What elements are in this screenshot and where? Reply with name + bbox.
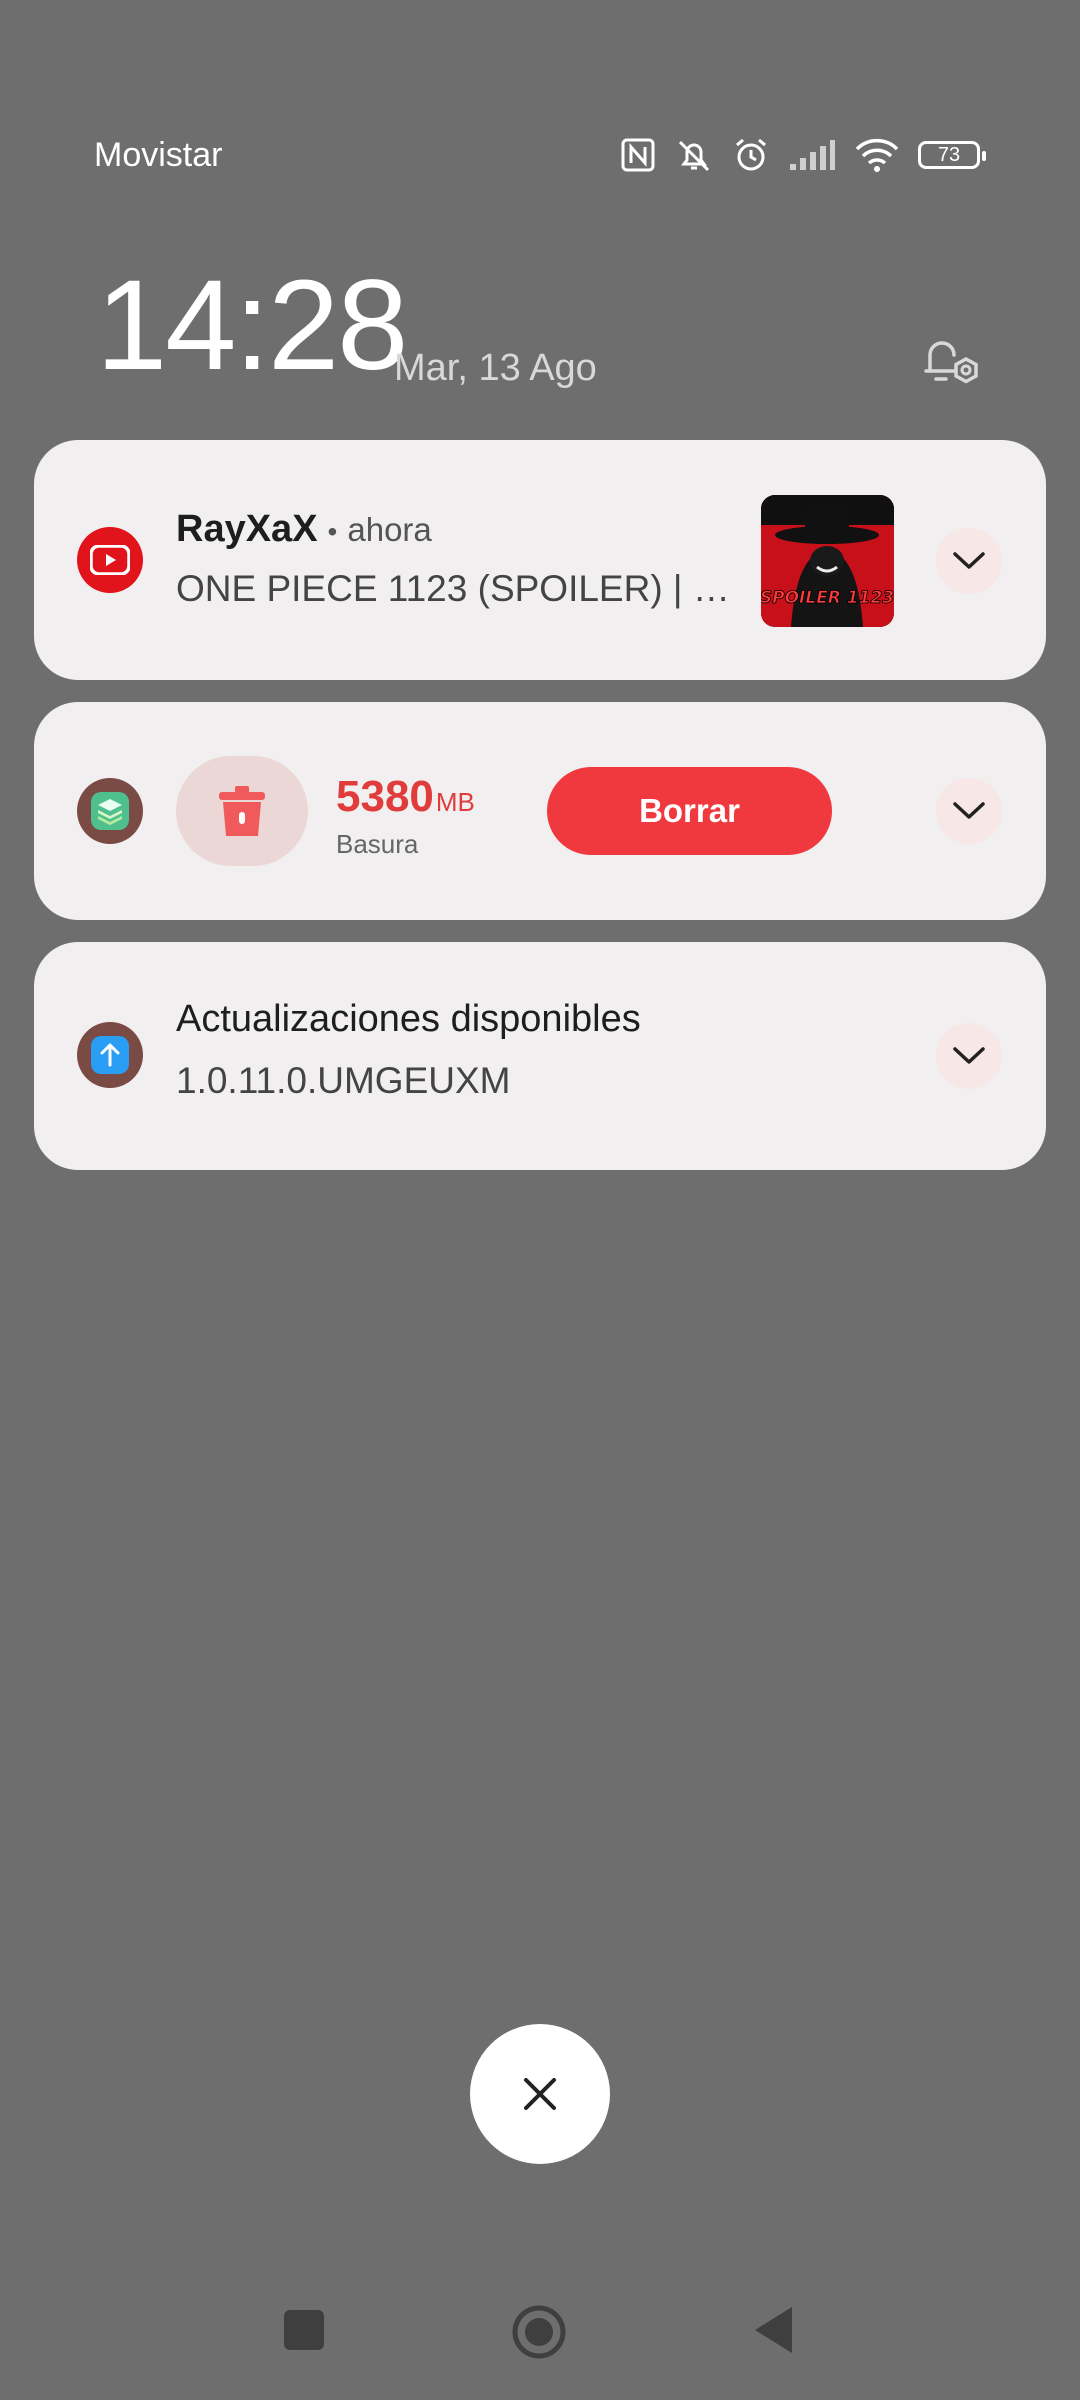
notification-updates[interactable]: Actualizaciones disponibles 1.0.11.0.UMG… xyxy=(34,942,1046,1170)
battery-level: 73 xyxy=(937,143,961,166)
home-icon xyxy=(512,2305,566,2359)
nfc-icon xyxy=(620,137,656,173)
bell-muted-icon xyxy=(674,136,714,174)
separator-dot: • xyxy=(327,516,338,547)
notification-settings-icon[interactable] xyxy=(916,325,988,400)
notification-cleaner[interactable]: 5380MB Basura Borrar xyxy=(34,702,1046,920)
notification-title: Actualizaciones disponibles xyxy=(176,998,641,1040)
status-icons: 73 xyxy=(620,136,986,174)
signal-icon xyxy=(788,138,836,172)
chevron-down-icon xyxy=(953,802,985,819)
clock-time: 14:28 xyxy=(96,254,408,397)
wifi-icon xyxy=(854,137,900,173)
expand-button[interactable] xyxy=(936,778,1002,844)
clean-button[interactable]: Borrar xyxy=(547,767,832,855)
junk-size-unit: MB xyxy=(435,787,475,817)
cleaner-icon xyxy=(77,778,143,844)
notification-sender: RayXaX xyxy=(176,508,318,550)
update-icon xyxy=(77,1022,143,1088)
chevron-down-icon xyxy=(953,1047,985,1064)
notification-thumbnail: SPOILER 1123 xyxy=(761,495,894,627)
notification-time: ahora xyxy=(347,511,432,548)
notification-header: RayXaX • ahora xyxy=(176,508,432,551)
clock-date: Mar, 13 Ago xyxy=(394,347,597,389)
trash-icon xyxy=(176,756,308,866)
home-button[interactable] xyxy=(511,2304,567,2365)
notification-subtitle: 1.0.11.0.UMGEUXM xyxy=(176,1060,511,1101)
notification-message: ONE PIECE 1123 (SPOILER) | … xyxy=(176,568,730,609)
recents-button[interactable] xyxy=(284,2310,324,2350)
chevron-down-icon xyxy=(953,552,985,569)
clear-all-button[interactable] xyxy=(470,2024,610,2164)
expand-button[interactable] xyxy=(936,1023,1002,1089)
junk-size-value: 5380 xyxy=(336,772,434,821)
notification-youtube[interactable]: RayXaX • ahora ONE PIECE 1123 (SPOILER) … xyxy=(34,440,1046,680)
expand-button[interactable] xyxy=(936,528,1002,594)
close-icon xyxy=(524,2078,556,2110)
back-icon xyxy=(755,2307,792,2353)
youtube-icon xyxy=(77,527,143,593)
carrier-name: Movistar xyxy=(94,136,223,174)
thumbnail-text: SPOILER 1123 xyxy=(761,588,894,608)
battery-icon: 73 xyxy=(918,141,986,169)
junk-size-label: Basura xyxy=(336,829,419,859)
alarm-icon xyxy=(732,136,770,174)
junk-size: 5380MB xyxy=(336,772,475,822)
back-button[interactable] xyxy=(752,2305,794,2360)
